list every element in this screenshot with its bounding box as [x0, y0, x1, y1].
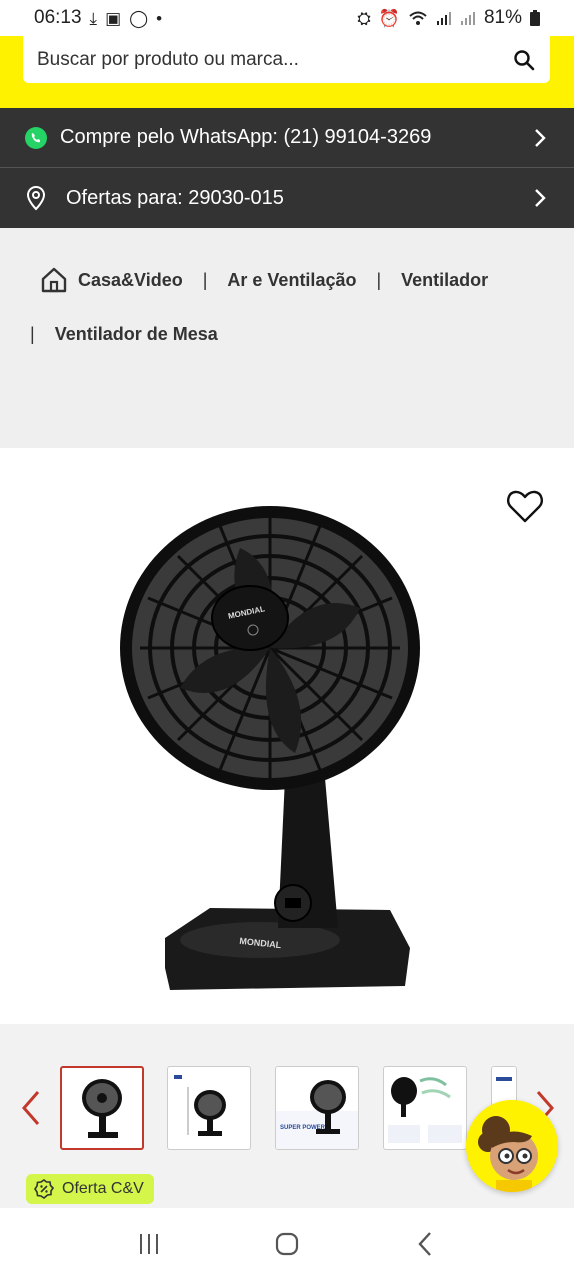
status-right: ⛭ ⏰ 81%	[357, 7, 540, 29]
location-pin-icon	[26, 185, 46, 211]
thumbnail-3[interactable]: SUPER POWER	[275, 1066, 359, 1150]
discount-badge-icon	[34, 1179, 54, 1199]
search-bar	[23, 36, 550, 83]
breadcrumb-separator: |	[202, 269, 208, 290]
assistant-character-icon	[466, 1100, 558, 1192]
breadcrumb-item-ventilador[interactable]: Ventilador	[401, 270, 488, 291]
battery-icon	[530, 10, 540, 26]
chevron-right-icon	[530, 128, 550, 148]
breadcrumb-line-1: Casa&Video | Ar e Ventilação | Ventilado…	[40, 266, 488, 294]
breadcrumb-separator: |	[30, 324, 35, 344]
status-left: 06:13 ⤓ ▣ ◯ •	[34, 7, 162, 29]
thumbnail-dimensions-image	[174, 1075, 226, 1136]
thumbnail-fan-image	[82, 1079, 122, 1138]
breadcrumb-separator: |	[376, 269, 382, 290]
product-image-area: MONDIAL MONDIAL	[0, 448, 574, 1024]
breadcrumb: Casa&Video | Ar e Ventilação | Ventilado…	[0, 228, 574, 448]
whatsapp-row[interactable]: Compre pelo WhatsApp: (21) 99104-3269	[0, 108, 574, 168]
search-input[interactable]	[37, 48, 512, 71]
breadcrumb-item-ar-ventilacao[interactable]: Ar e Ventilação	[227, 270, 356, 291]
breadcrumb-line-2: | Ventilador de Mesa	[30, 324, 218, 345]
whatsapp-text: Compre pelo WhatsApp: (21) 99104-3269	[60, 126, 432, 148]
breadcrumb-item-casavideo[interactable]: Casa&Video	[78, 270, 183, 291]
back-nav-icon[interactable]	[405, 1224, 445, 1264]
thumbnail-3-label: SUPER POWER	[280, 1125, 326, 1131]
android-nav-bar	[0, 1208, 574, 1280]
offers-text: Ofertas para: 29030-015	[66, 186, 284, 209]
home-icon[interactable]	[40, 266, 68, 294]
signal-icon	[436, 12, 451, 25]
gallery-icon: ▣	[105, 8, 122, 28]
search-icon[interactable]	[512, 48, 536, 72]
alarm-icon: ⏰	[378, 8, 400, 28]
recent-apps-icon[interactable]	[129, 1224, 169, 1264]
chevron-left-icon[interactable]	[18, 1088, 44, 1128]
thumbnail-speeds-image	[388, 1077, 462, 1143]
offers-location-row[interactable]: Ofertas para: 29030-015	[0, 168, 574, 228]
wifi-icon	[409, 11, 427, 25]
signal-icon-2	[460, 12, 475, 25]
site-header	[0, 36, 574, 108]
vpn-icon: ⛭	[357, 8, 371, 28]
whatsapp-icon	[25, 126, 47, 149]
thumbnail-1[interactable]	[60, 1066, 144, 1150]
thumbnail-2[interactable]	[167, 1066, 251, 1150]
chevron-right-icon	[530, 188, 550, 208]
status-bar: 06:13 ⤓ ▣ ◯ • ⛭ ⏰ 81%	[0, 0, 574, 36]
thumbnail-4[interactable]	[383, 1066, 467, 1150]
dot-icon: •	[156, 8, 163, 28]
favorite-heart-icon[interactable]	[506, 488, 544, 524]
thumbnail-super-power-image	[276, 1080, 358, 1149]
offer-badge-label: Oferta C&V	[62, 1180, 144, 1197]
home-nav-icon[interactable]	[267, 1224, 307, 1264]
breadcrumb-item-ventilador-mesa[interactable]: Ventilador de Mesa	[55, 324, 218, 345]
status-time: 06:13	[34, 7, 82, 28]
product-fan-image[interactable]: MONDIAL MONDIAL	[110, 478, 430, 998]
whatsapp-icon: ◯	[129, 8, 149, 28]
battery-percent: 81%	[483, 7, 522, 28]
chat-assistant-avatar[interactable]	[466, 1100, 558, 1192]
offer-badge: Oferta C&V	[26, 1174, 154, 1204]
download-icon: ⤓	[89, 8, 98, 28]
